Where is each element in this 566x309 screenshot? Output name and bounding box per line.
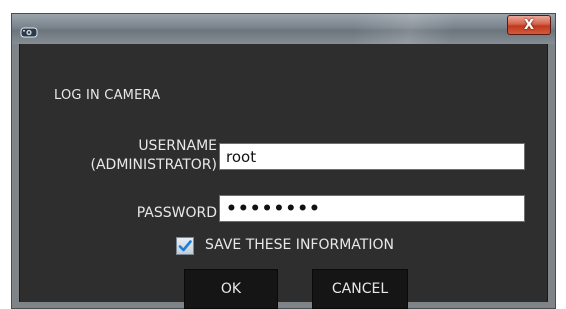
save-info-checkbox[interactable] — [176, 237, 194, 255]
dialog-body: LOG IN CAMERA USERNAME (ADMINISTRATOR) P… — [19, 44, 548, 309]
title-bar[interactable]: X — [12, 14, 555, 44]
dialog-heading: LOG IN CAMERA — [54, 88, 161, 103]
login-dialog-window: X LOG IN CAMERA USERNAME (ADMINISTRATOR)… — [11, 13, 556, 309]
close-button[interactable]: X — [507, 15, 551, 35]
close-icon: X — [523, 17, 535, 33]
camera-icon — [20, 23, 38, 38]
username-label-line1: USERNAME — [138, 138, 217, 154]
username-label: USERNAME (ADMINISTRATOR) — [42, 137, 217, 175]
check-icon — [178, 240, 192, 252]
password-input[interactable] — [219, 195, 525, 222]
username-input[interactable] — [219, 143, 525, 170]
save-info-label[interactable]: SAVE THESE INFORMATION — [205, 236, 394, 255]
username-label-line2: (ADMINISTRATOR) — [90, 157, 217, 173]
password-label: PASSWORD — [136, 205, 217, 221]
cancel-button[interactable]: CANCEL — [312, 269, 408, 309]
ok-button[interactable]: OK — [184, 269, 278, 309]
